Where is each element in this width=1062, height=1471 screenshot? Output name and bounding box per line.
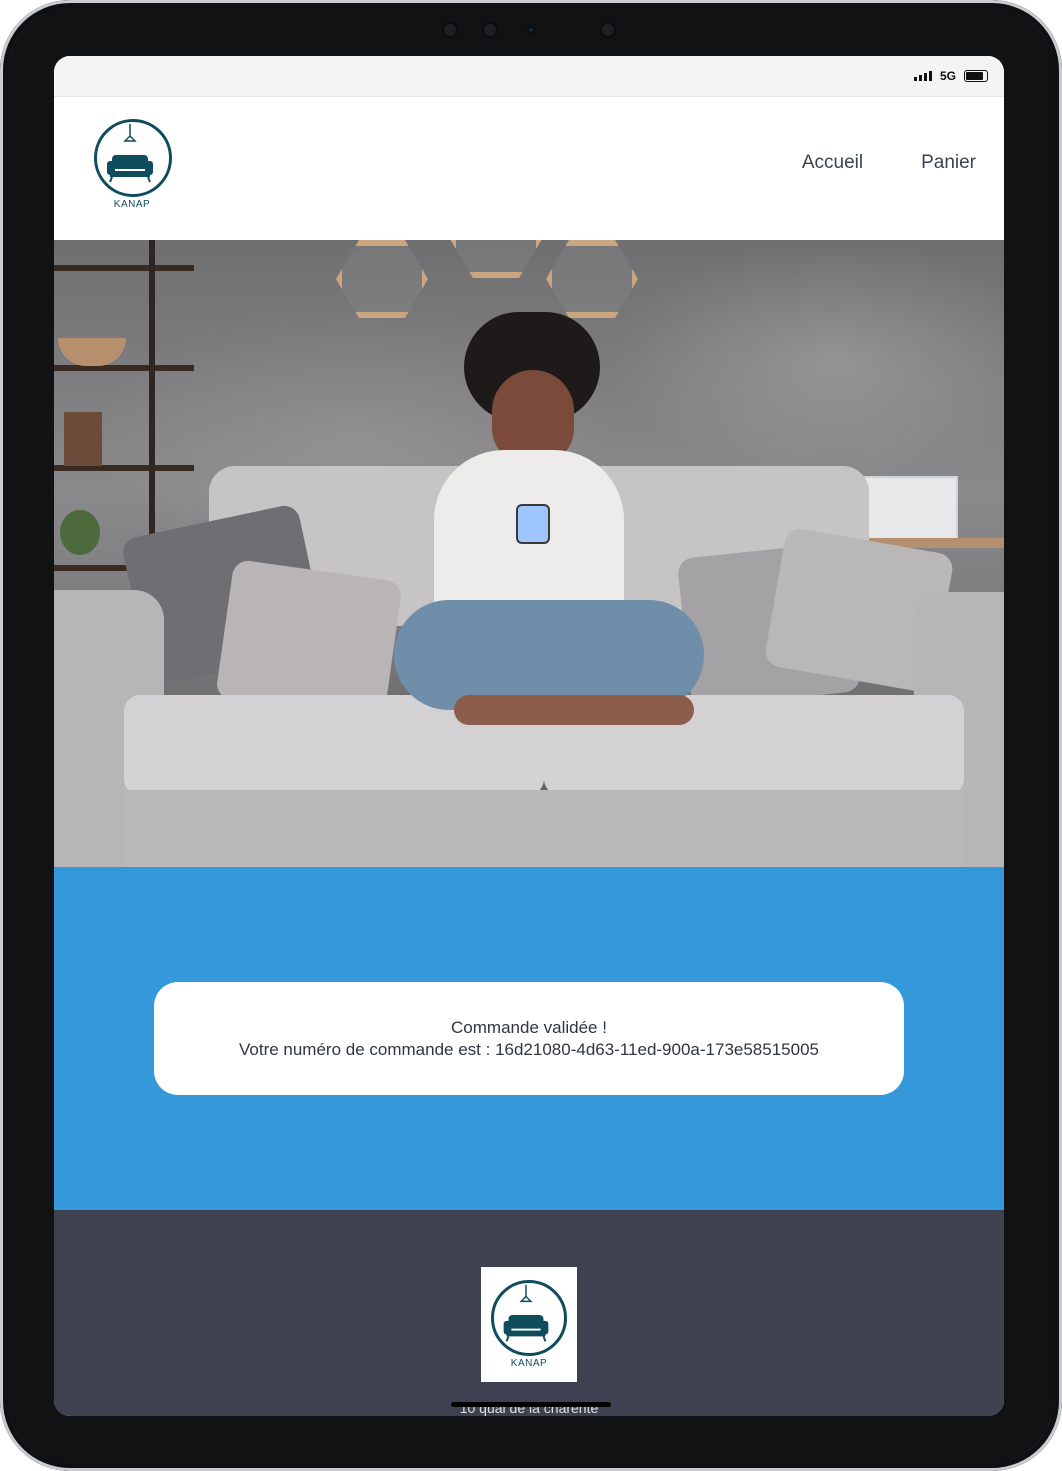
laptop-decor — [854, 476, 958, 542]
sensor-icon — [442, 22, 458, 38]
status-indicators: 5G — [913, 69, 988, 83]
confirmation-card: Commande validée ! Votre numéro de comma… — [154, 982, 904, 1095]
footer-logo[interactable]: KANAP — [481, 1267, 577, 1382]
sensor-icon — [600, 22, 616, 38]
tablet-device-frame: 5G KANAP Accueil Panier Commande validée… — [0, 0, 1062, 1471]
nav-link-accueil[interactable]: Accueil — [802, 152, 863, 174]
logo-text: KANAP — [113, 199, 151, 210]
confirmation-section: Commande validée ! Votre numéro de comma… — [54, 867, 1004, 1210]
battery-icon — [964, 70, 988, 82]
header-logo[interactable]: KANAP — [94, 119, 172, 219]
camera-icon — [527, 26, 535, 34]
nav-link-panier[interactable]: Panier — [921, 152, 976, 174]
main-nav: Accueil Panier — [802, 152, 976, 174]
screen: 5G KANAP Accueil Panier Commande validée… — [54, 56, 1004, 1416]
status-bar: 5G — [54, 56, 1004, 97]
sofa-base — [124, 790, 964, 867]
confirmation-title: Commande validée ! — [451, 1017, 607, 1037]
sofa-logo-icon — [491, 1280, 567, 1356]
person-feet — [454, 695, 694, 725]
site-footer: KANAP 10 quai de la charente — [54, 1210, 1004, 1416]
signal-icon — [913, 71, 932, 81]
order-number-message: Votre numéro de commande est : 16d21080-… — [238, 1039, 819, 1059]
smartphone-icon — [516, 504, 550, 544]
footer-logo-text: KANAP — [510, 1358, 548, 1369]
sensor-icon — [482, 22, 498, 38]
home-indicator[interactable] — [451, 1402, 611, 1407]
sofa-logo-icon — [94, 119, 172, 197]
person-legs — [394, 600, 704, 710]
site-header: KANAP Accueil Panier — [54, 97, 1004, 240]
hero-banner-image — [54, 240, 1004, 867]
network-label: 5G — [939, 69, 956, 83]
